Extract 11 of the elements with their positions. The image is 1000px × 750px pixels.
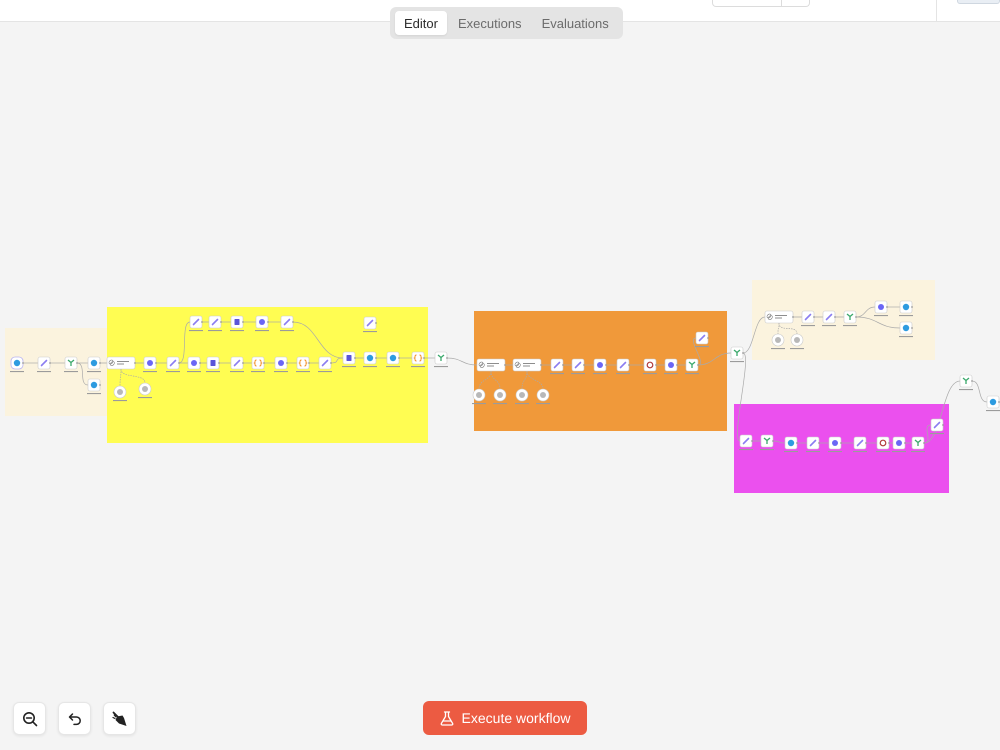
zoom-out-icon xyxy=(22,710,38,726)
undo-button[interactable] xyxy=(58,702,91,735)
undo-icon xyxy=(66,710,82,726)
view-tab[interactable]: Executions xyxy=(448,11,531,35)
view-tab[interactable]: Editor xyxy=(395,11,447,35)
view-tab[interactable]: Evaluations xyxy=(532,11,618,35)
zoom-out-button[interactable] xyxy=(13,702,46,735)
broom-icon xyxy=(112,710,128,726)
flask-icon xyxy=(440,710,454,726)
execute-workflow-button[interactable]: Execute workflow xyxy=(423,701,587,735)
tidy-up-button[interactable] xyxy=(103,702,136,735)
